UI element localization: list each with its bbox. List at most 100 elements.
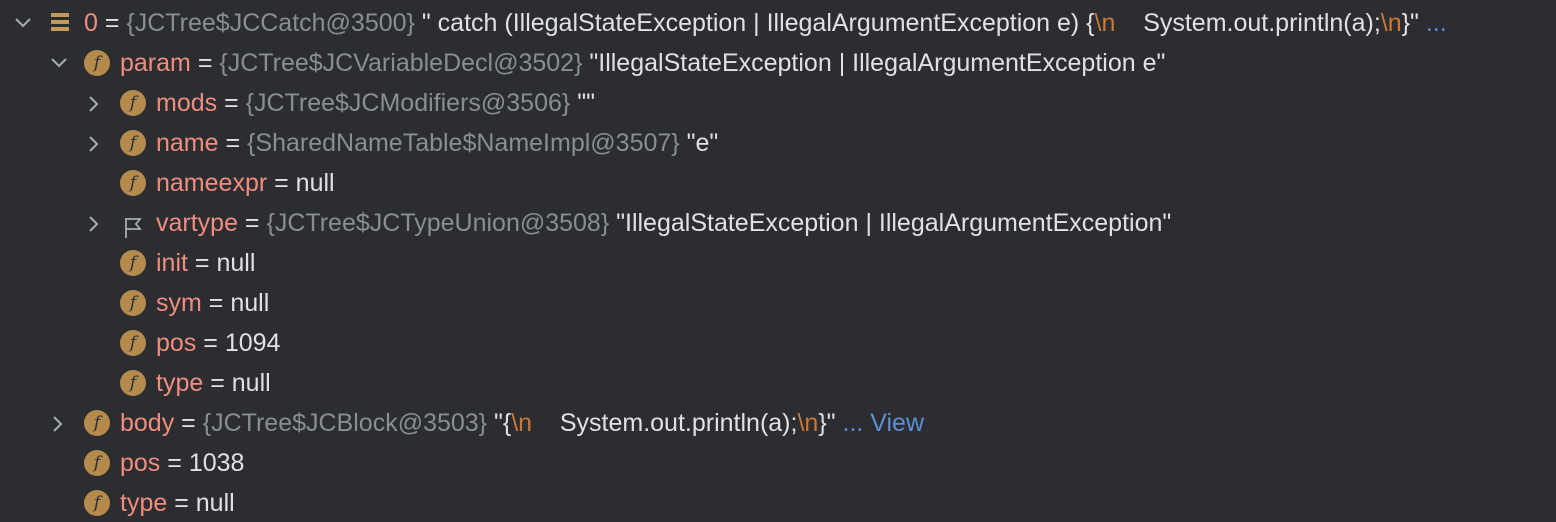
equals-sign: =: [218, 129, 248, 157]
field-icon: f: [120, 90, 146, 116]
equals-sign: =: [196, 329, 225, 357]
equals-sign: =: [167, 489, 196, 517]
tree-row-param[interactable]: f param = {JCTree$JCVariableDecl@3502} "…: [0, 43, 1556, 83]
variable-name: init: [156, 249, 188, 277]
value-string: "{: [487, 409, 512, 437]
variable-name: nameexpr: [156, 169, 268, 197]
tree-row-sym[interactable]: f sym = null: [0, 283, 1556, 323]
value-string: null: [195, 489, 235, 517]
tree-row-init[interactable]: f init = null: [0, 243, 1556, 283]
tree-row-name[interactable]: f name = {SharedNameTable$NameImpl@3507}…: [0, 123, 1556, 163]
row-content: vartype = {JCTree$JCTypeUnion@3508} "Ill…: [156, 203, 1171, 243]
value-string: null: [295, 169, 335, 197]
value-string: "IllegalStateException | IllegalArgument…: [582, 49, 1166, 77]
value-string: " catch (IllegalStateException | Illegal…: [414, 9, 1095, 37]
variable-name: name: [156, 129, 219, 157]
chevron-right-icon[interactable]: [82, 123, 106, 163]
escape-sequence: \n: [1380, 9, 1402, 37]
escape-sequence: \n: [1094, 9, 1116, 37]
escape-sequence: \n: [511, 409, 533, 437]
escape-sequence: \n: [797, 409, 819, 437]
row-content: body = {JCTree$JCBlock@3503} "{\n System…: [120, 403, 924, 443]
row-content: param = {JCTree$JCVariableDecl@3502} "Il…: [120, 43, 1165, 83]
field-icon: f: [84, 490, 110, 516]
row-content: pos = 1094: [156, 323, 280, 363]
variable-name: type: [156, 369, 204, 397]
flag-icon: [122, 212, 144, 238]
object-reference: {JCTree$JCModifiers@3506}: [245, 89, 571, 117]
equals-sign: =: [174, 409, 203, 437]
value-string: "e": [679, 129, 719, 157]
chevron-down-icon[interactable]: [10, 3, 34, 43]
field-icon: f: [120, 370, 146, 396]
tree-row-vartype[interactable]: vartype = {JCTree$JCTypeUnion@3508} "Ill…: [0, 203, 1556, 243]
field-icon: f: [120, 330, 146, 356]
row-content: name = {SharedNameTable$NameImpl@3507} "…: [156, 123, 718, 163]
tree-row-nameexpr[interactable]: f nameexpr = null: [0, 163, 1556, 203]
chevron-right-icon[interactable]: [46, 403, 70, 443]
tree-row-type[interactable]: f type = null: [0, 483, 1556, 522]
field-icon: f: [120, 290, 146, 316]
value-string: 1038: [188, 449, 245, 477]
chevron-down-icon[interactable]: [46, 43, 70, 83]
equals-sign: =: [187, 249, 217, 277]
equals-sign: =: [267, 169, 296, 197]
tree-row-pos[interactable]: f pos = 1094: [0, 323, 1556, 363]
tree-row-body[interactable]: f body = {JCTree$JCBlock@3503} "{\n Syst…: [0, 403, 1556, 443]
equals-sign: =: [160, 449, 189, 477]
field-icon: f: [84, 50, 110, 76]
row-content: type = null: [120, 483, 235, 522]
field-icon: f: [84, 410, 110, 436]
field-icon: f: [120, 170, 146, 196]
equals-sign: =: [97, 9, 127, 37]
value-string: null: [216, 249, 256, 277]
object-reference: {SharedNameTable$NameImpl@3507}: [247, 129, 680, 157]
variable-name: pos: [120, 449, 161, 477]
field-icon: f: [84, 450, 110, 476]
value-string: null: [231, 369, 271, 397]
value-string: "": [570, 89, 595, 117]
row-content: mods = {JCTree$JCModifiers@3506} "": [156, 83, 595, 123]
variable-name: param: [120, 49, 191, 77]
equals-sign: =: [190, 49, 220, 77]
equals-sign: =: [217, 89, 246, 117]
object-reference: {JCTree$JCBlock@3503}: [202, 409, 488, 437]
chevron-right-icon[interactable]: [82, 203, 106, 243]
variable-name: body: [120, 409, 175, 437]
field-icon: f: [120, 130, 146, 156]
value-string: System.out.println(a);: [1115, 9, 1381, 37]
value-string: }": [1401, 9, 1419, 37]
variable-name: 0: [84, 9, 98, 37]
tree-row-pos[interactable]: f pos = 1038: [0, 443, 1556, 483]
debugger-variables-tree: 0 = {JCTree$JCCatch@3500} " catch (Illeg…: [0, 0, 1556, 522]
chevron-right-icon[interactable]: [82, 83, 106, 123]
value-string: }": [818, 409, 836, 437]
tree-row-type[interactable]: f type = null: [0, 363, 1556, 403]
value-string: 1094: [224, 329, 281, 357]
value-string: "IllegalStateException | IllegalArgument…: [609, 209, 1172, 237]
row-content: init = null: [156, 243, 255, 283]
field-icon: f: [120, 250, 146, 276]
object-reference: {JCTree$JCTypeUnion@3508}: [266, 209, 610, 237]
row-content: sym = null: [156, 283, 269, 323]
equals-sign: =: [201, 289, 231, 317]
variable-name: mods: [156, 89, 218, 117]
object-reference: {JCTree$JCVariableDecl@3502}: [219, 49, 583, 77]
value-string: System.out.println(a);: [532, 409, 798, 437]
object-reference: {JCTree$JCCatch@3500}: [126, 9, 415, 37]
variable-name: type: [120, 489, 168, 517]
view-more-link[interactable]: ...: [1419, 9, 1447, 37]
row-content: 0 = {JCTree$JCCatch@3500} " catch (Illeg…: [84, 3, 1447, 43]
variable-name: pos: [156, 329, 197, 357]
tree-row-catch[interactable]: 0 = {JCTree$JCCatch@3500} " catch (Illeg…: [0, 3, 1556, 43]
equals-sign: =: [203, 369, 232, 397]
variable-name: vartype: [156, 209, 238, 237]
equals-sign: =: [237, 209, 267, 237]
value-string: null: [230, 289, 270, 317]
array-icon: [48, 13, 70, 33]
row-content: nameexpr = null: [156, 163, 335, 203]
tree-row-mods[interactable]: f mods = {JCTree$JCModifiers@3506} "": [0, 83, 1556, 123]
view-link[interactable]: ... View: [836, 409, 924, 437]
row-content: type = null: [156, 363, 271, 403]
row-content: pos = 1038: [120, 443, 244, 483]
